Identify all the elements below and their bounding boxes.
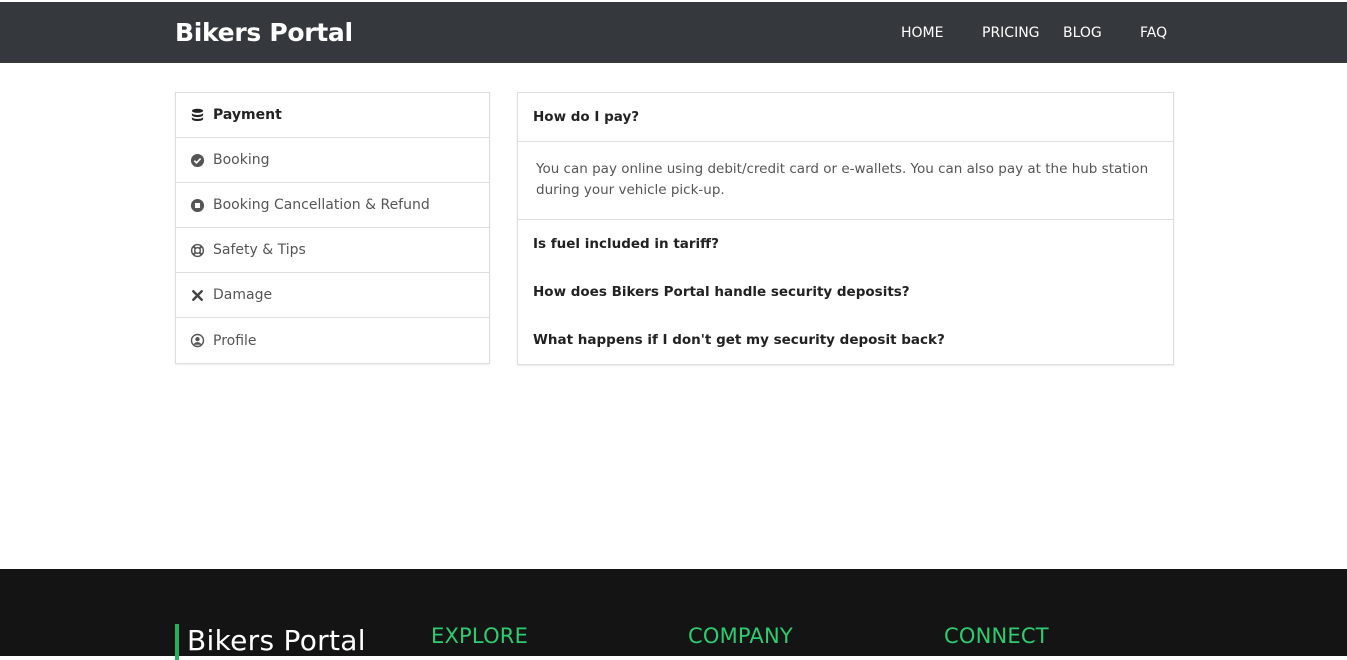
faq-question[interactable]: Is fuel included in tariff?	[518, 220, 1173, 268]
database-icon	[190, 108, 205, 123]
faq-question[interactable]: How does Bikers Portal handle security d…	[518, 268, 1173, 316]
nav-home[interactable]: HOME	[901, 25, 943, 41]
sidebar-item-label: Booking Cancellation & Refund	[213, 197, 430, 213]
footer-heading-explore: EXPLORE	[431, 624, 529, 648]
user-circle-icon	[190, 333, 205, 348]
nav-pricing[interactable]: PRICING	[982, 25, 1040, 41]
check-circle-icon	[190, 153, 205, 168]
sidebar-item-booking-cancellation-refund[interactable]: Booking Cancellation & Refund	[176, 183, 489, 228]
navbar: Bikers Portal HOME PRICING BLOG FAQ	[0, 2, 1347, 63]
faq-question[interactable]: What happens if I don't get my security …	[518, 316, 1173, 364]
sidebar-item-label: Damage	[213, 287, 273, 303]
sidebar-item-payment[interactable]: Payment	[176, 93, 489, 138]
sidebar-item-label: Payment	[213, 107, 282, 123]
nav-blog[interactable]: BLOG	[1063, 25, 1102, 41]
footer: Bikers Portal EXPLORE COMPANY CONNECT	[0, 569, 1347, 660]
footer-heading-company: COMPANY	[688, 624, 793, 648]
faq-accordion: How do I pay? You can pay online using d…	[517, 92, 1174, 365]
sidebar-item-safety-tips[interactable]: Safety & Tips	[176, 228, 489, 273]
nav-faq[interactable]: FAQ	[1140, 25, 1167, 41]
sidebar-item-profile[interactable]: Profile	[176, 318, 489, 363]
brand-logo[interactable]: Bikers Portal	[175, 18, 353, 47]
footer-brand-accent	[175, 624, 179, 660]
footer-brand: Bikers Portal	[187, 624, 366, 657]
sidebar-item-booking[interactable]: Booking	[176, 138, 489, 183]
times-icon	[190, 288, 205, 303]
sidebar-item-label: Safety & Tips	[213, 242, 306, 258]
sidebar-item-label: Profile	[213, 332, 257, 349]
sidebar-item-damage[interactable]: Damage	[176, 273, 489, 318]
footer-heading-connect: CONNECT	[944, 624, 1049, 648]
stop-circle-icon	[190, 198, 205, 213]
faq-category-sidebar: Payment Booking Booking Cancellation & R…	[175, 92, 490, 364]
faq-answer: You can pay online using debit/credit ca…	[518, 142, 1173, 220]
faq-question-open[interactable]: How do I pay?	[518, 93, 1173, 142]
life-ring-icon	[190, 243, 205, 258]
sidebar-item-label: Booking	[213, 152, 270, 168]
